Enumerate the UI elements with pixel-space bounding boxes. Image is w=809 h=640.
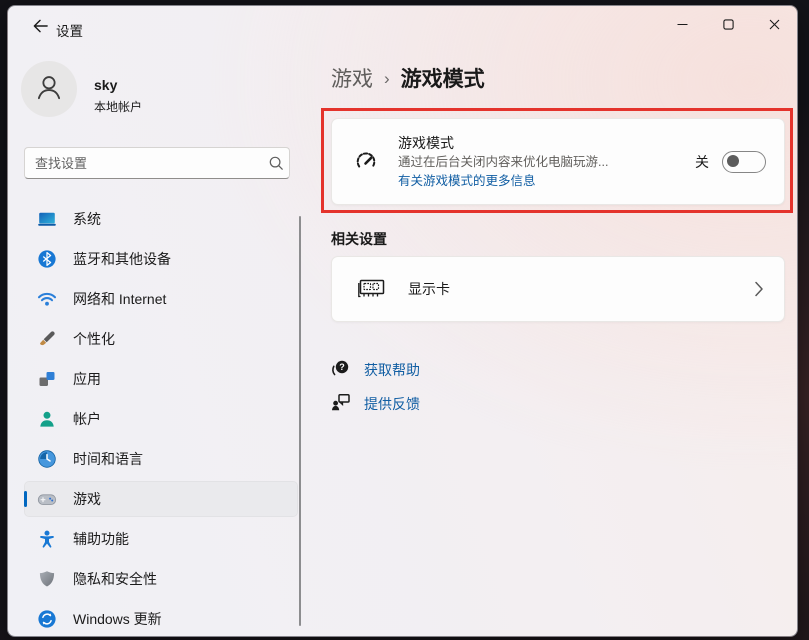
breadcrumb-parent[interactable]: 游戏 xyxy=(331,63,373,93)
sidebar-item-windows-update[interactable]: Windows 更新 xyxy=(24,601,298,636)
accessibility-person-icon xyxy=(37,529,57,549)
feedback-person-icon xyxy=(331,392,351,417)
laptop-icon xyxy=(37,209,57,229)
sidebar-item-accessibility[interactable]: 辅助功能 xyxy=(24,521,298,557)
close-icon xyxy=(769,17,780,35)
breadcrumb-separator-icon: › xyxy=(384,68,390,88)
sidebar-item-apps[interactable]: 应用 xyxy=(24,361,298,397)
close-button[interactable] xyxy=(751,6,797,46)
sidebar-nav: 系统 蓝牙和其他设备 网络和 Internet 个性化 应用 帐户 时间和语言 … xyxy=(24,201,298,636)
game-mode-gauge-icon xyxy=(354,150,378,174)
game-mode-card: 游戏模式 通过在后台关闭内容来优化电脑玩游... 有关游戏模式的更多信息 关 xyxy=(331,118,785,205)
sidebar-item-label: 游戏 xyxy=(73,491,101,507)
graphics-settings-row[interactable]: 显示卡 xyxy=(331,256,785,322)
sidebar-item-bluetooth[interactable]: 蓝牙和其他设备 xyxy=(24,241,298,277)
sidebar-item-label: 时间和语言 xyxy=(73,451,143,467)
sidebar-item-label: 网络和 Internet xyxy=(73,291,167,307)
minimize-icon xyxy=(677,17,688,35)
sidebar-item-label: 应用 xyxy=(73,371,101,387)
game-mode-text: 游戏模式 通过在后台关闭内容来优化电脑玩游... 有关游戏模式的更多信息 xyxy=(398,133,695,191)
sidebar-item-privacy[interactable]: 隐私和安全性 xyxy=(24,561,298,597)
sidebar-item-label: 帐户 xyxy=(73,411,101,427)
sidebar-item-label: 蓝牙和其他设备 xyxy=(73,251,171,267)
sidebar-item-network[interactable]: 网络和 Internet xyxy=(24,281,298,317)
paintbrush-icon xyxy=(37,329,57,349)
maximize-button[interactable] xyxy=(705,6,751,46)
shield-icon xyxy=(37,569,57,589)
bluetooth-icon xyxy=(37,249,57,269)
sidebar-item-label: 隐私和安全性 xyxy=(73,571,157,587)
selected-accent-bar xyxy=(24,491,27,507)
related-settings-header: 相关设置 xyxy=(331,231,387,247)
sidebar-item-gaming[interactable]: 游戏 xyxy=(24,481,298,517)
apps-grid-icon xyxy=(37,369,57,389)
game-mode-toggle-group: 关 xyxy=(695,150,766,173)
maximize-icon xyxy=(722,17,734,35)
sidebar-item-personalization[interactable]: 个性化 xyxy=(24,321,298,357)
svg-text:?: ? xyxy=(339,362,345,372)
avatar[interactable] xyxy=(21,61,77,117)
give-feedback-link[interactable]: 提供反馈 xyxy=(331,393,420,415)
search-box[interactable] xyxy=(24,147,290,179)
titlebar: 设置 xyxy=(8,6,797,50)
user-account-type: 本地帐户 xyxy=(94,100,143,114)
search-input[interactable] xyxy=(25,155,263,171)
wifi-icon xyxy=(37,289,57,309)
back-arrow-icon xyxy=(32,18,49,39)
sidebar-item-label: 辅助功能 xyxy=(73,531,129,547)
sidebar-item-system[interactable]: 系统 xyxy=(24,201,298,237)
screenshot-stage: 设置 sky 本地帐户 查找设置 系统 蓝牙和其他设备 网络和 Internet… xyxy=(0,0,809,640)
gamepad-icon xyxy=(37,489,57,509)
help-question-icon: ? xyxy=(331,358,351,383)
search-icon xyxy=(263,155,289,171)
settings-window: 设置 sky 本地帐户 查找设置 系统 蓝牙和其他设备 网络和 Internet… xyxy=(7,5,798,637)
sidebar-item-time-language[interactable]: 时间和语言 xyxy=(24,441,298,477)
game-mode-title: 游戏模式 xyxy=(398,134,454,151)
game-mode-toggle[interactable] xyxy=(722,150,766,173)
person-icon xyxy=(37,409,57,429)
user-avatar-icon xyxy=(33,71,65,108)
game-mode-more-info-link[interactable]: 有关游戏模式的更多信息 xyxy=(398,172,695,191)
sidebar-item-accounts[interactable]: 帐户 xyxy=(24,401,298,437)
sidebar-item-label: Windows 更新 xyxy=(73,611,162,627)
graphics-label: 显示卡 xyxy=(408,281,450,297)
sidebar-item-label: 系统 xyxy=(73,211,101,227)
graphics-card-icon xyxy=(357,278,387,300)
back-button[interactable] xyxy=(24,14,56,42)
page-title: 游戏模式 xyxy=(400,68,485,91)
clock-icon xyxy=(37,449,57,469)
chevron-right-icon xyxy=(754,281,764,297)
get-help-link[interactable]: ? 获取帮助 xyxy=(331,359,420,381)
content-divider xyxy=(299,216,301,626)
breadcrumb: 游戏 › 游戏模式 xyxy=(331,63,485,93)
user-name: sky xyxy=(94,77,118,93)
game-mode-description: 通过在后台关闭内容来优化电脑玩游... xyxy=(398,154,609,169)
window-controls xyxy=(659,6,797,46)
sync-icon xyxy=(37,609,57,629)
window-title: 设置 xyxy=(56,24,83,39)
get-help-label: 获取帮助 xyxy=(364,362,420,378)
give-feedback-label: 提供反馈 xyxy=(364,396,420,412)
sidebar-item-label: 个性化 xyxy=(73,331,115,347)
minimize-button[interactable] xyxy=(659,6,705,46)
toggle-state-label: 关 xyxy=(695,153,709,170)
toggle-knob xyxy=(727,154,739,167)
